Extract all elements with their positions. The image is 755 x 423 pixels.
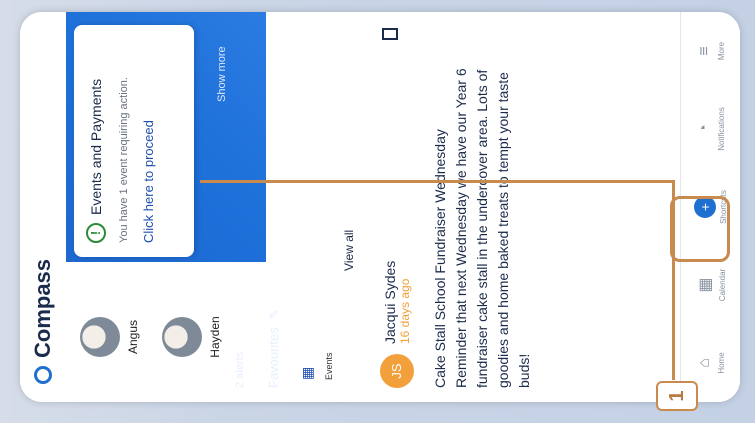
avatar <box>80 317 120 357</box>
person-name: Hayden <box>208 316 222 358</box>
news-title: Latest news <box>338 291 359 388</box>
person-hayden[interactable]: Hayden <box>162 292 222 382</box>
callout-line <box>200 180 673 183</box>
favourites-title: Favourites <box>266 327 281 388</box>
show-more-link[interactable]: Show more <box>216 46 228 102</box>
person-angus[interactable]: Angus <box>80 292 140 382</box>
post-author: Jacqui Sydes <box>382 260 398 344</box>
alert-title: Events and Payments <box>88 78 104 215</box>
post-title: Cake Stall School Fundraiser Wednesday <box>432 129 448 388</box>
news-header: Latest news View all Saved <box>332 26 366 388</box>
alert-card: ! Events and Payments You have 1 event r… <box>74 25 194 257</box>
author-avatar: JS <box>380 354 414 388</box>
nav-label: Notifications <box>717 107 726 151</box>
tab-view-all[interactable]: View all <box>336 218 362 282</box>
shortcut-highlight <box>670 196 730 262</box>
callout-line <box>672 180 675 380</box>
app-bar: Compass <box>20 12 66 402</box>
nav-label: Calendar <box>718 268 727 302</box>
calendar-icon: ▦ <box>299 366 315 380</box>
alerts-count[interactable]: 2 alerts <box>234 352 246 388</box>
bookmark-icon[interactable] <box>382 28 398 40</box>
callout-number: 1 <box>656 381 698 411</box>
nav-notifications[interactable]: ◔ Notifications <box>696 94 726 164</box>
pencil-icon[interactable]: ✎ <box>267 309 281 319</box>
alert-icon: ! <box>86 223 106 243</box>
person-name: Angus <box>126 319 140 355</box>
phone-screen: Compass Angus Hayden ! Events and Paymen… <box>20 12 740 402</box>
post-time: 16 days ago <box>398 278 412 344</box>
favourites-heading: Favourites ✎ <box>266 309 281 388</box>
nav-more[interactable]: ≡ More <box>696 16 726 86</box>
nav-label: Home <box>717 352 726 374</box>
home-icon: ⌂ <box>696 358 713 368</box>
post-content: Cake Stall School Fundraiser Wednesday R… <box>430 36 535 388</box>
menu-icon: ≡ <box>696 46 713 56</box>
avatar <box>162 317 202 357</box>
alert-text: You have 1 event requiring action. <box>118 77 130 243</box>
proceed-link[interactable]: Click here to proceed <box>141 120 156 243</box>
nav-label: More <box>717 41 726 61</box>
compass-logo-icon <box>34 366 52 384</box>
bell-icon: ◔ <box>696 124 713 134</box>
app-title: Compass <box>30 258 55 358</box>
nav-home[interactable]: ⌂ Home <box>696 328 726 398</box>
post-body: Reminder that next Wednesday we have our… <box>453 68 532 388</box>
